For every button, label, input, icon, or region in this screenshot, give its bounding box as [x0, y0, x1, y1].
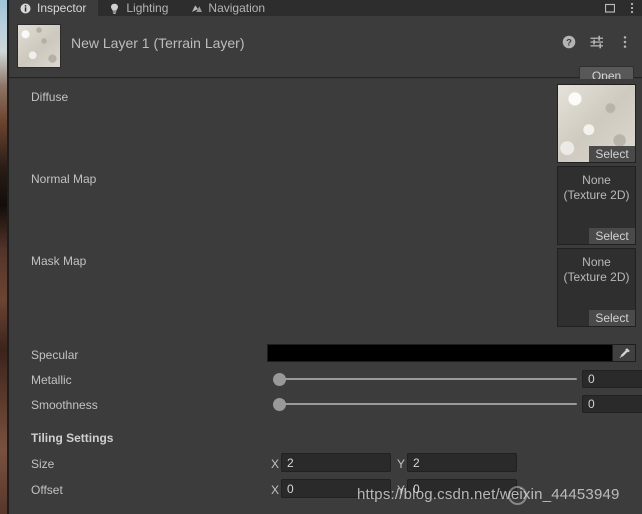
texture-slot-mask-map[interactable]: None (Texture 2D) Select [557, 248, 636, 327]
tab-label-inspector: Inspector [37, 1, 87, 15]
texture-slot-normal-map[interactable]: None (Texture 2D) Select [557, 166, 636, 245]
select-button-normal-map[interactable]: Select [589, 228, 635, 244]
size-y-field[interactable]: 2 [407, 453, 517, 472]
header-icon-group: ? [561, 34, 632, 49]
smoothness-slider[interactable] [267, 395, 577, 413]
offset-x-field[interactable]: 0 [281, 479, 391, 498]
specular-color-swatch[interactable] [268, 345, 612, 361]
size-x-field[interactable]: 2 [281, 453, 391, 472]
texture-slot-diffuse[interactable]: Select [557, 84, 636, 163]
metallic-slider[interactable] [267, 370, 577, 388]
tab-label-navigation: Navigation [208, 1, 266, 15]
label-offset: Offset [31, 483, 63, 497]
offset-y-field[interactable]: 0 [407, 479, 517, 498]
smoothness-slider-track[interactable] [277, 403, 577, 405]
page-title: New Layer 1 (Terrain Layer) [71, 35, 245, 51]
size-y-axis-label: Y [397, 457, 406, 471]
panel-tabbar: Inspector Lighting Navigation [9, 0, 642, 16]
maximize-icon[interactable] [604, 2, 616, 14]
metallic-value-field[interactable]: 0 [582, 370, 642, 388]
inspector-header: New Layer 1 (Terrain Layer) ? Open [9, 16, 642, 85]
unity-inspector-window: Inspector Lighting Navigation New Layer … [0, 0, 642, 514]
tab-inspector[interactable]: Inspector [9, 0, 99, 16]
eyedropper-icon[interactable] [612, 345, 635, 361]
mask-map-value: None (Texture 2D) [558, 255, 635, 285]
metallic-slider-knob[interactable] [273, 373, 286, 386]
tab-lighting[interactable]: Lighting [98, 0, 180, 16]
mask-map-value-line1: None [582, 255, 611, 269]
size-x-axis-label: X [271, 457, 280, 471]
label-mask-map: Mask Map [31, 254, 87, 268]
normal-map-value: None (Texture 2D) [558, 173, 635, 203]
section-title-tiling-settings: Tiling Settings [31, 431, 114, 445]
label-metallic: Metallic [31, 373, 72, 387]
offset-x-axis-label: X [271, 483, 280, 497]
inspector-body: Diffuse Select Normal Map None (Texture … [9, 79, 642, 514]
select-button-mask-map[interactable]: Select [589, 310, 635, 326]
preset-icon[interactable] [589, 34, 604, 49]
metallic-slider-track[interactable] [277, 378, 577, 380]
window-controls [604, 0, 638, 16]
smoothness-value-field[interactable]: 0 [582, 395, 642, 413]
label-size: Size [31, 457, 55, 471]
label-specular: Specular [31, 348, 79, 362]
navmesh-icon [190, 2, 203, 15]
select-button-diffuse[interactable]: Select [589, 146, 635, 162]
offset-y-axis-label: Y [397, 483, 406, 497]
terrain-layer-thumbnail[interactable] [17, 24, 61, 68]
label-smoothness: Smoothness [31, 398, 98, 412]
help-icon[interactable]: ? [561, 34, 576, 49]
label-diffuse: Diffuse [31, 90, 69, 104]
kebab-menu-icon[interactable] [626, 2, 638, 14]
smoothness-slider-knob[interactable] [273, 398, 286, 411]
specular-color-field[interactable] [267, 344, 636, 362]
tab-label-lighting: Lighting [126, 1, 169, 15]
tab-navigation[interactable]: Navigation [180, 0, 277, 16]
info-icon [19, 2, 32, 15]
mask-map-value-line2: (Texture 2D) [563, 270, 630, 284]
label-normal-map: Normal Map [31, 172, 97, 186]
lightbulb-icon [108, 2, 121, 15]
kebab-menu-icon[interactable] [617, 34, 632, 49]
normal-map-value-line1: None [582, 173, 611, 187]
svg-text:?: ? [566, 37, 572, 48]
normal-map-value-line2: (Texture 2D) [563, 188, 630, 202]
